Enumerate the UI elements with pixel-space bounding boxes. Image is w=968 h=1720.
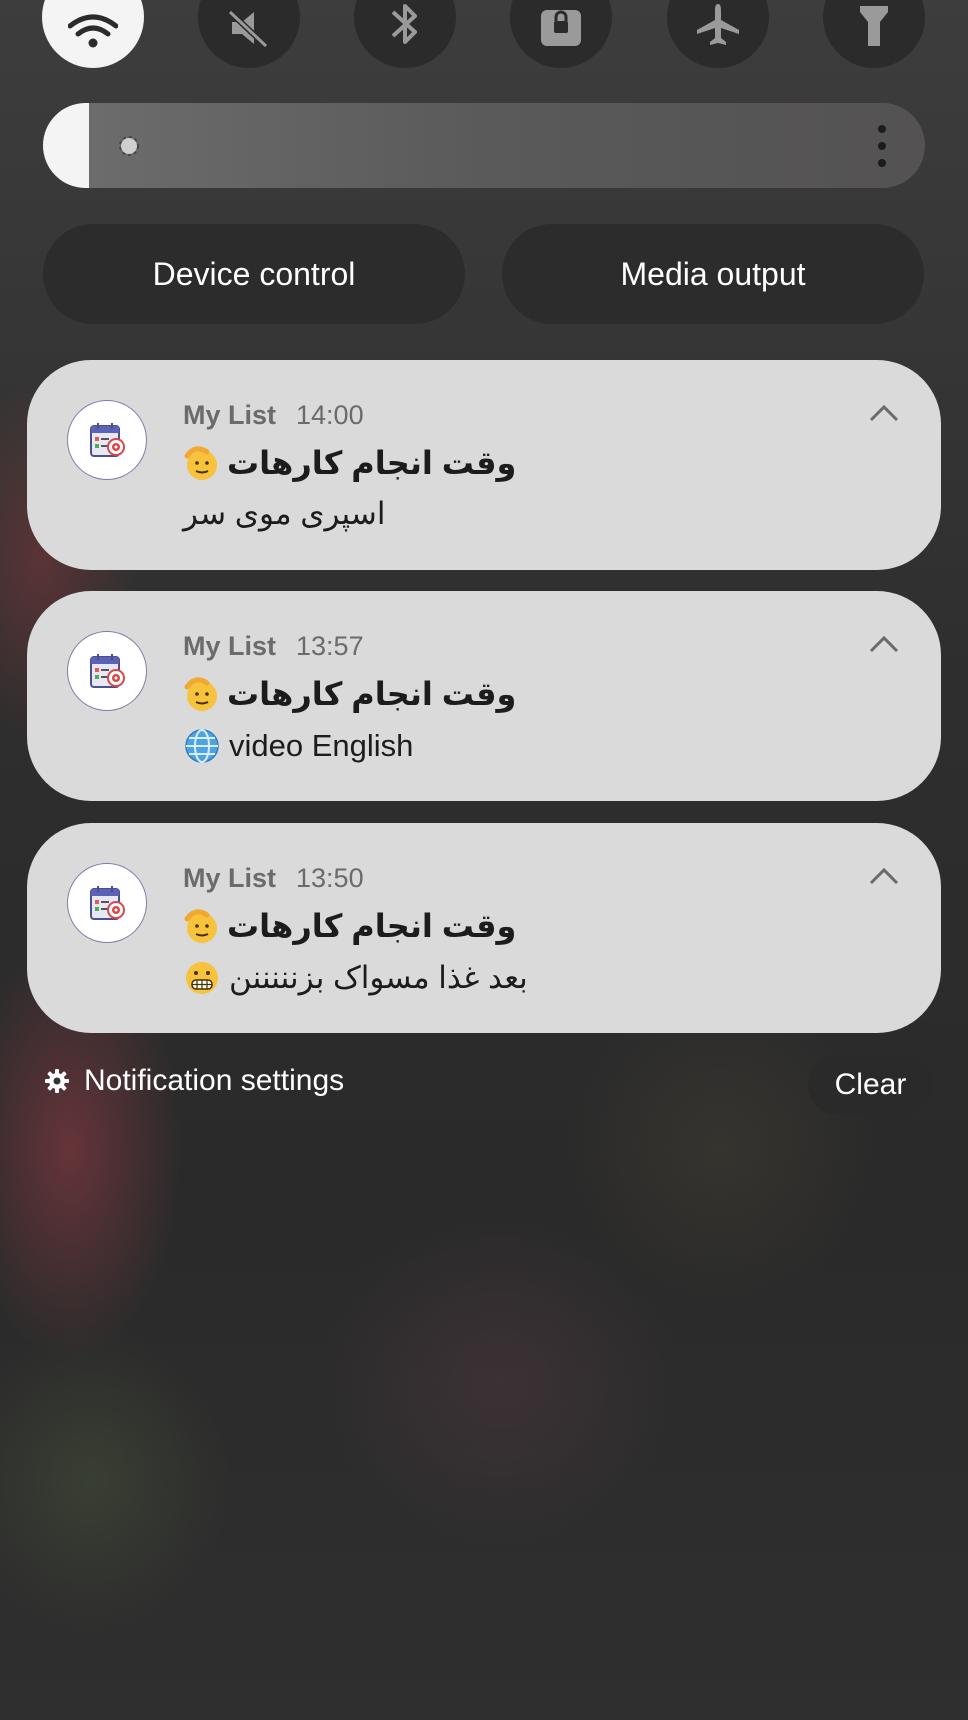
notification-settings-link[interactable]: Notification settings: [44, 1064, 344, 1098]
notification-title-text: وقت انجام کارهات: [227, 676, 517, 712]
notification-title: وقت انجام کارهات: [183, 444, 516, 482]
gear-icon: [45, 1069, 69, 1093]
airplane-mode-icon: [697, 4, 739, 45]
flashlight-toggle[interactable]: [823, 0, 925, 68]
checklist-calendar-icon: [90, 423, 125, 457]
app-icon: [67, 400, 147, 480]
chevron-up-icon[interactable]: [869, 867, 899, 885]
flashlight-icon: [860, 6, 888, 46]
saluting-face-emoji-icon: [184, 909, 217, 943]
clear-button[interactable]: Clear: [808, 1055, 933, 1115]
app-name: My List: [183, 400, 277, 430]
globe-emoji-icon: [185, 729, 219, 763]
rotation-lock-toggle[interactable]: [510, 0, 612, 68]
wifi-toggle[interactable]: [42, 0, 144, 68]
notification-card[interactable]: My List 13:57 وقت انجام کارهات video Engl…: [27, 591, 941, 801]
grimacing-face-emoji-icon: [186, 962, 218, 994]
bluetooth-toggle[interactable]: [354, 0, 456, 68]
notification-header: My List 13:57: [183, 631, 364, 662]
checklist-calendar-icon: [90, 886, 125, 920]
more-options-icon[interactable]: [877, 125, 887, 167]
rotation-lock-icon: [541, 10, 581, 46]
notification-body: video English: [183, 727, 413, 765]
app-name: My List: [183, 631, 277, 661]
notification-time: 13:50: [296, 863, 364, 893]
chevron-up-icon[interactable]: [869, 404, 899, 422]
device-control-button[interactable]: Device control: [43, 224, 465, 324]
notification-header: My List 13:50: [183, 863, 364, 894]
brightness-fill: [43, 103, 89, 188]
notification-body: اسپری موی سر: [183, 496, 386, 532]
notification-body-text: بعد غذا مسواک بزنننننن: [229, 960, 528, 995]
notification-title-text: وقت انجام کارهات: [227, 908, 517, 944]
sound-toggle[interactable]: [198, 0, 300, 68]
checklist-calendar-icon: [90, 654, 125, 688]
notification-header: My List 14:00: [183, 400, 364, 431]
app-name: My List: [183, 863, 277, 893]
notification-title-text: وقت انجام کارهات: [227, 445, 517, 481]
chevron-up-icon[interactable]: [869, 635, 899, 653]
notification-card[interactable]: My List 14:00 وقت انجام کارهات اسپری موی …: [27, 360, 941, 570]
wifi-icon: [68, 14, 118, 48]
airplane-mode-toggle[interactable]: [667, 0, 769, 68]
app-icon: [67, 863, 147, 943]
quick-toggles-row: [0, 0, 968, 68]
notification-time: 13:57: [296, 631, 364, 661]
saluting-face-emoji-icon: [184, 446, 217, 480]
notification-settings-label: Notification settings: [84, 1064, 345, 1097]
brightness-icon: [119, 136, 139, 156]
bluetooth-icon: [391, 4, 417, 44]
app-icon: [67, 631, 147, 711]
notification-title: وقت انجام کارهات: [183, 675, 516, 713]
mute-icon: [227, 9, 269, 48]
notification-card[interactable]: My List 13:50 وقت انجام کارهات بعد غذا مس…: [27, 823, 941, 1033]
notification-body-text: video English: [229, 728, 414, 763]
saluting-face-emoji-icon: [184, 677, 217, 711]
notification-body-text: اسپری موی سر: [183, 496, 386, 531]
brightness-slider[interactable]: [43, 103, 925, 188]
notification-body: بعد غذا مسواک بزنننننن: [183, 959, 528, 997]
media-output-button[interactable]: Media output: [502, 224, 924, 324]
notification-time: 14:00: [296, 400, 364, 430]
notification-title: وقت انجام کارهات: [183, 907, 516, 945]
